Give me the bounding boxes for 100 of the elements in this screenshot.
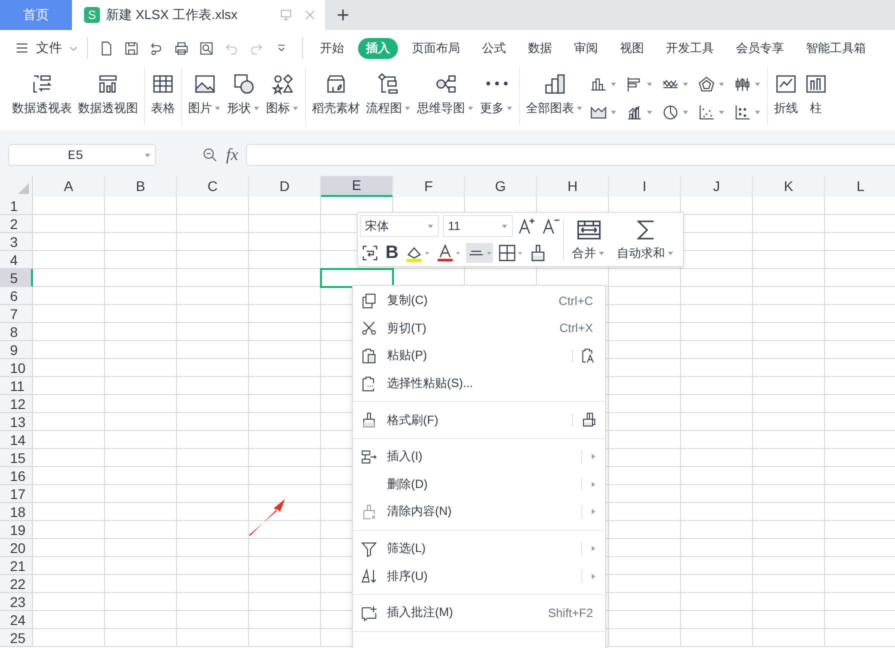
column-header[interactable]: B: [105, 176, 177, 197]
document-title: 新建 XLSX 工作表.xlsx: [106, 6, 238, 24]
dropdown-icon: [427, 222, 434, 230]
menu-item[interactable]: 复制(C) Ctrl+C: [353, 287, 605, 315]
dropdown-icon: [610, 108, 617, 116]
submenu-arrow-icon: [590, 508, 597, 516]
ribbon-button[interactable]: 表格: [148, 66, 178, 130]
menu-item[interactable]: 清除内容(N): [353, 498, 605, 526]
row-header[interactable]: 6: [0, 287, 33, 305]
ribbon-tab[interactable]: 智能工具箱: [798, 38, 874, 58]
borders-icon[interactable]: [497, 242, 524, 263]
menu-item[interactable]: 粘贴(P): [353, 342, 605, 370]
ribbon-tab[interactable]: 审阅: [566, 38, 606, 58]
menu-item[interactable]: 选择性粘贴(S)...: [353, 370, 605, 398]
ribbon-button[interactable]: 数据透视表: [9, 66, 75, 130]
column-header[interactable]: H: [537, 176, 609, 197]
ribbon-button[interactable]: 更多: [477, 66, 516, 130]
sort-icon: [360, 567, 378, 586]
ribbon-button[interactable]: 数据透视图: [75, 66, 141, 130]
plus-icon[interactable]: [335, 7, 351, 23]
row-header[interactable]: 3: [0, 233, 33, 251]
menu-item[interactable]: 排序(U): [353, 562, 605, 590]
ribbon-button[interactable]: 思维导图: [414, 66, 477, 130]
ribbon-tab[interactable]: 公式: [474, 38, 514, 58]
column-header[interactable]: E: [321, 176, 393, 197]
decrease-font-icon[interactable]: [541, 216, 561, 236]
copy-icon: [360, 292, 378, 310]
row-header[interactable]: 18: [0, 503, 33, 521]
row-header[interactable]: 8: [0, 323, 33, 341]
increase-font-icon[interactable]: [517, 216, 537, 236]
align-center-icon[interactable]: [466, 242, 493, 263]
row-header[interactable]: 17: [0, 485, 33, 503]
menu-item[interactable]: 剪切(T) Ctrl+X: [353, 314, 605, 342]
ribbon-button[interactable]: 流程图: [363, 66, 414, 130]
save-icon[interactable]: [123, 40, 140, 56]
row-header[interactable]: 10: [0, 359, 33, 377]
column-header[interactable]: F: [393, 176, 465, 197]
row-header[interactable]: 16: [0, 467, 33, 485]
autosum-button[interactable]: 自动求和: [617, 217, 674, 262]
row-header[interactable]: 13: [0, 413, 33, 431]
column-header[interactable]: L: [825, 176, 895, 197]
row-header[interactable]: 23: [0, 593, 33, 611]
bold-button[interactable]: B: [384, 242, 400, 264]
ribbon-tab[interactable]: 开始: [312, 38, 352, 58]
ribbon-button[interactable]: 柱: [801, 66, 831, 130]
row-header[interactable]: 12: [0, 395, 33, 413]
menu-item[interactable]: 格式刷(F): [353, 401, 605, 434]
row-header[interactable]: 15: [0, 449, 33, 467]
dropdown-icon: [501, 222, 508, 230]
merge-button[interactable]: 合并: [572, 217, 605, 262]
row-header[interactable]: 4: [0, 251, 33, 269]
font-dropdown[interactable]: 宋体: [360, 215, 439, 238]
formula-input[interactable]: [246, 144, 895, 166]
row-header[interactable]: 21: [0, 557, 33, 575]
ribbon-tab[interactable]: 会员专享: [728, 38, 792, 58]
ribbon-button[interactable]: 图片: [185, 66, 224, 130]
bubble-chart-icon: [733, 102, 752, 122]
row-header[interactable]: 22: [0, 575, 33, 593]
paste-icon: [360, 346, 378, 365]
column-header[interactable]: G: [465, 176, 537, 197]
row-header[interactable]: 5: [0, 269, 33, 287]
menu-item[interactable]: 插入批注(M) Shift+F2: [353, 594, 605, 627]
row-header[interactable]: 19: [0, 521, 33, 539]
zoom-out-icon[interactable]: [202, 147, 218, 163]
ribbon-button[interactable]: 形状: [224, 66, 263, 130]
ribbon-tab[interactable]: 视图: [612, 38, 652, 58]
column-header[interactable]: C: [177, 176, 249, 197]
row-header[interactable]: 25: [0, 629, 33, 647]
ribbon-button[interactable]: 稻壳素材: [309, 66, 363, 130]
submenu-arrow-icon: [590, 453, 597, 460]
menu-item[interactable]: 筛选(L): [353, 530, 605, 562]
ribbon-tab[interactable]: 开发工具: [658, 38, 722, 58]
menu-item[interactable]: 删除(D): [353, 470, 605, 498]
function-button[interactable]: fx: [226, 145, 238, 165]
font-color-icon[interactable]: [435, 242, 462, 263]
row-header[interactable]: 11: [0, 377, 33, 395]
row-header[interactable]: 24: [0, 611, 33, 629]
row-header[interactable]: 1: [0, 197, 33, 215]
row-header[interactable]: 20: [0, 539, 33, 557]
icon-library-icon: [270, 72, 294, 96]
dropdown-icon: [576, 105, 583, 112]
column-header[interactable]: J: [681, 176, 753, 197]
font-size-dropdown[interactable]: 11: [443, 215, 513, 238]
print-preview-icon[interactable]: [198, 40, 215, 56]
column-header[interactable]: A: [33, 176, 105, 197]
print-icon[interactable]: [173, 40, 190, 56]
ribbon-button[interactable]: 全部图表: [523, 66, 586, 130]
column-header[interactable]: I: [609, 176, 681, 197]
ribbon-button[interactable]: 图标: [263, 66, 302, 130]
ribbon-tab[interactable]: 页面布局: [404, 38, 468, 58]
row-header[interactable]: 14: [0, 431, 33, 449]
ribbon-button[interactable]: 折线: [771, 66, 801, 130]
row-header[interactable]: 7: [0, 305, 33, 323]
column-header[interactable]: K: [753, 176, 825, 197]
menu-item[interactable]: 插入(I): [353, 438, 605, 471]
name-box[interactable]: E5: [8, 144, 156, 166]
row-header[interactable]: 2: [0, 215, 33, 233]
row-header[interactable]: 9: [0, 341, 33, 359]
file-menu[interactable]: 文件: [36, 39, 62, 57]
ribbon-tab[interactable]: 数据: [520, 38, 560, 58]
